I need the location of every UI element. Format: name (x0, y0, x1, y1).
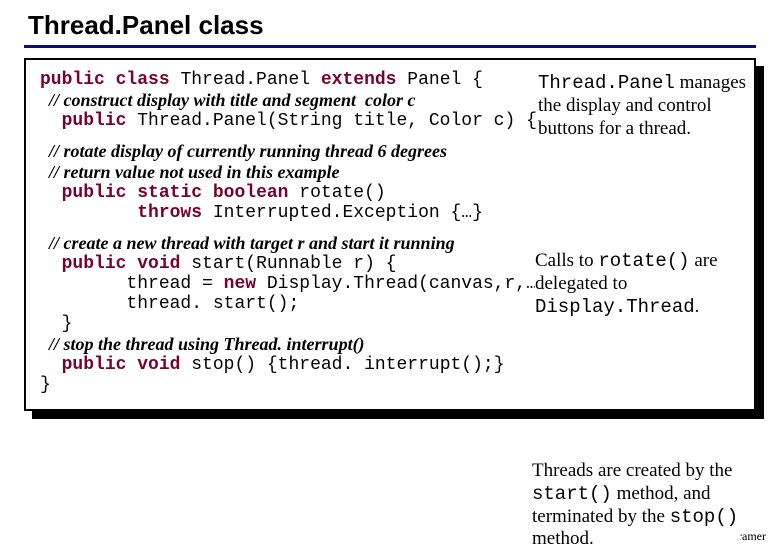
comment-line: // rotate display of currently running t… (40, 141, 740, 162)
annot-code: Thread.Panel (538, 72, 675, 94)
kw-void: void (137, 254, 180, 274)
kw-public: public (40, 183, 126, 203)
annotation-start-stop: Threads are created by the start() metho… (532, 460, 740, 551)
code-text: Display.Thread(canvas,r,…); (256, 274, 558, 294)
code-line: } (40, 375, 740, 395)
slide: Thread.Panel class public class Thread.P… (10, 10, 770, 411)
code-text: rotate() (288, 183, 385, 203)
code-line: public void stop() {thread. interrupt();… (40, 355, 740, 375)
comment-line: // stop the thread using Thread. interru… (40, 334, 740, 355)
annot-code: stop() (670, 506, 738, 528)
kw-new: new (224, 274, 256, 294)
kw-public: public (40, 355, 126, 375)
code-line: public static boolean rotate() (40, 183, 740, 203)
kw-class: class (116, 70, 170, 90)
sp (105, 70, 116, 90)
code-text: thread = (40, 274, 224, 294)
sp (202, 183, 213, 203)
code-line: throws Interrupted.Exception {…} (40, 203, 740, 223)
kw-boolean: boolean (213, 183, 289, 203)
annot-code: rotate() (598, 250, 689, 272)
annot-text: . (695, 296, 700, 317)
code-box: public class Thread.Panel extends Panel … (24, 58, 756, 411)
kw-public: public (40, 111, 126, 131)
kw-public: public (40, 254, 126, 274)
sp (126, 183, 137, 203)
comment-line: // return value not used in this example (40, 162, 740, 183)
code-text: Panel { (397, 70, 483, 90)
sp (126, 254, 137, 274)
kw-throws: throws (40, 203, 202, 223)
kw-void: void (137, 355, 180, 375)
annotation-threadpanel: Thread.Panel manages the display and con… (538, 72, 748, 140)
code-text: stop() {thread. interrupt();} (180, 355, 504, 375)
kw-public: public (40, 70, 105, 90)
title-underline (24, 45, 756, 48)
spacer (40, 223, 740, 233)
kw-static: static (137, 183, 202, 203)
annot-code: start() (532, 483, 612, 505)
code-text: Thread.Panel (170, 70, 321, 90)
annot-text: method. (532, 528, 594, 549)
annot-code: Display.Thread (535, 296, 695, 318)
code-text: Interrupted.Exception {…} (202, 203, 483, 223)
code-container: public class Thread.Panel extends Panel … (24, 58, 756, 411)
kw-extends: extends (321, 70, 397, 90)
code-text: Thread.Panel(String title, Color c) {…} (126, 111, 558, 131)
code-text: start(Runnable r) { (180, 254, 396, 274)
annot-text: Calls to (535, 250, 598, 271)
sp (126, 355, 137, 375)
page-title: Thread.Panel class (28, 10, 770, 41)
annotation-rotate: Calls to rotate() are delegated to Displ… (535, 250, 740, 318)
annot-text: Threads are created by the (532, 460, 732, 481)
